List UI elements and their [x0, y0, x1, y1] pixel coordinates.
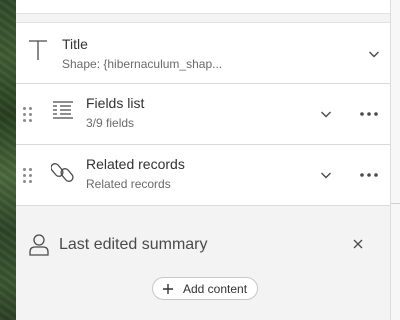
ellipsis-icon[interactable]	[358, 167, 380, 183]
link-icon	[50, 160, 75, 184]
fields-card-label: Fields list	[86, 95, 145, 111]
related-records-card[interactable]: Related records Related records	[16, 145, 390, 206]
fields-list-card[interactable]: Fields list 3/9 fields	[16, 84, 390, 145]
adjacent-panel-edge	[390, 0, 400, 320]
person-icon	[28, 233, 50, 257]
add-content-label: Add content	[183, 281, 248, 296]
title-card-subtitle: Shape: {hibernaculum_shap...	[62, 57, 223, 71]
summary-label: Last edited summary	[59, 236, 208, 253]
map-background	[0, 0, 16, 320]
related-card-subtitle: Related records	[86, 177, 171, 191]
list-icon	[51, 98, 75, 122]
ellipsis-icon[interactable]	[358, 106, 380, 122]
add-content-button[interactable]: Add content	[152, 277, 258, 300]
fields-card-subtitle: 3/9 fields	[86, 116, 135, 130]
title-card-label: Title	[62, 36, 88, 52]
chevron-down-icon[interactable]	[318, 106, 334, 122]
title-element-card[interactable]: Title Shape: {hibernaculum_shap...	[16, 22, 390, 84]
chevron-down-icon[interactable]	[366, 46, 382, 62]
chevron-down-icon[interactable]	[318, 167, 334, 183]
popup-content-panel: Title Shape: {hibernaculum_shap... Field…	[16, 0, 390, 320]
plus-icon	[162, 283, 174, 295]
close-icon[interactable]	[351, 237, 365, 251]
text-icon	[26, 38, 50, 62]
drag-handle-icon[interactable]	[23, 168, 33, 184]
drag-handle-icon[interactable]	[23, 107, 33, 123]
related-card-label: Related records	[86, 156, 185, 172]
last-edited-summary-section: Last edited summary Add content	[16, 206, 390, 320]
previous-card-edge	[16, 0, 390, 14]
